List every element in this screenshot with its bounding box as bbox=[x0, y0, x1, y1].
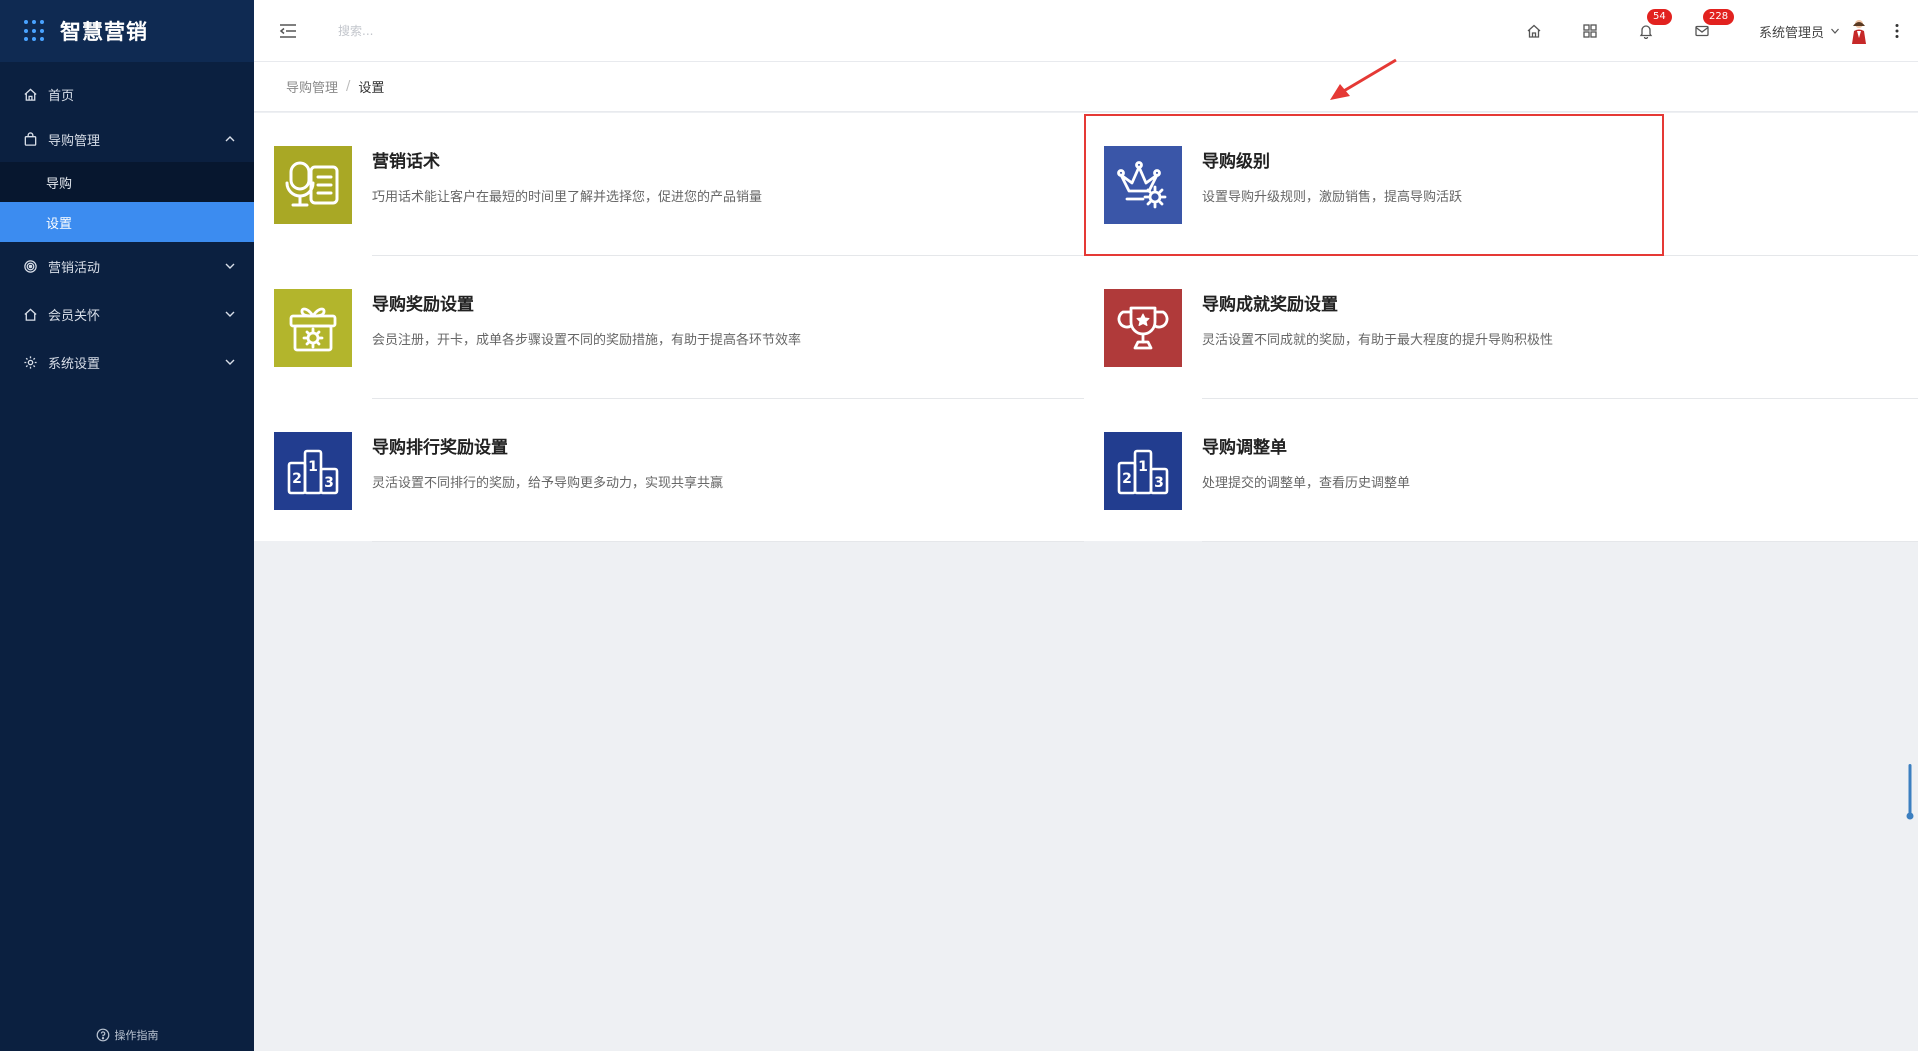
top-header: 54 228 系统管理员 bbox=[254, 0, 1918, 62]
home-icon bbox=[1527, 24, 1541, 38]
brand-title: 智慧营销 bbox=[60, 20, 148, 44]
card-text: 导购级别 设置导购升级规则，激励销售，提高导购活跃 bbox=[1202, 147, 1918, 205]
sidebar: 智慧营销 首页 导购管理 导购 设置 营销活动 会员关怀 系统设置 操作指南 bbox=[0, 0, 254, 1051]
card-text: 导购奖励设置 会员注册，开卡，成单各步骤设置不同的奖励措施，有助于提高各环节效率 bbox=[372, 290, 1084, 348]
avatar bbox=[1852, 20, 1866, 44]
sidebar-item-system-settings[interactable]: 系统设置 bbox=[0, 338, 254, 386]
card-desc: 会员注册，开卡，成单各步骤设置不同的奖励措施，有助于提高各环节效率 bbox=[372, 333, 802, 348]
sidebar-subitem-guide[interactable]: 导购 bbox=[0, 162, 254, 202]
svg-text:3: 3 bbox=[1154, 475, 1164, 491]
card-desc: 处理提交的调整单，查看历史调整单 bbox=[1202, 476, 1411, 491]
card-title: 导购级别 bbox=[1202, 152, 1270, 172]
sidebar-subitem-label: 导购 bbox=[46, 176, 73, 192]
card-title: 营销话术 bbox=[372, 152, 440, 172]
sidebar-subitem-settings[interactable]: 设置 bbox=[0, 202, 254, 242]
card-adjustment-slip[interactable]: 213 导购调整单 处理提交的调整单，查看历史调整单 bbox=[1084, 399, 1918, 542]
sidebar-item-guide-management[interactable]: 导购管理 bbox=[0, 116, 254, 162]
chevron-down-icon bbox=[224, 260, 236, 272]
user-name: 系统管理员 bbox=[1758, 25, 1824, 41]
sidebar-item-member-care[interactable]: 会员关怀 bbox=[0, 290, 254, 338]
sidebar-item-label: 营销活动 bbox=[48, 260, 101, 276]
target-icon bbox=[22, 258, 38, 274]
card-title: 导购成就奖励设置 bbox=[1202, 295, 1338, 315]
settings-cards: 营销话术 巧用话术能让客户在最短的时间里了解并选择您，促进您的产品销量 导购级别… bbox=[254, 113, 1918, 542]
search-input[interactable] bbox=[338, 23, 638, 38]
bag-icon bbox=[22, 131, 38, 147]
chevron-down-icon bbox=[1831, 28, 1839, 34]
breadcrumb-separator: / bbox=[346, 79, 351, 94]
chevron-down-icon bbox=[224, 356, 236, 368]
divider bbox=[1202, 541, 1918, 542]
help-circle-icon bbox=[96, 1028, 109, 1042]
card-desc: 设置导购升级规则，激励销售，提高导购活跃 bbox=[1202, 190, 1463, 205]
notifications-badge: 54 bbox=[1646, 9, 1672, 25]
podium-icon: 213 bbox=[1104, 432, 1182, 510]
microphone-script-icon bbox=[274, 146, 352, 224]
sidebar-item-label: 系统设置 bbox=[48, 356, 101, 372]
home-heart-icon bbox=[22, 306, 38, 322]
messages-button[interactable]: 228 bbox=[1693, 9, 1735, 40]
operation-guide-link[interactable]: 操作指南 bbox=[0, 1027, 254, 1043]
sidebar-subitem-label: 设置 bbox=[46, 216, 73, 232]
sub-menu: 导购 设置 bbox=[0, 162, 254, 242]
breadcrumb-parent[interactable]: 导购管理 bbox=[286, 77, 338, 96]
sidebar-item-label: 导购管理 bbox=[48, 133, 101, 149]
sidebar-nav: 首页 导购管理 导购 设置 营销活动 会员关怀 系统设置 bbox=[0, 62, 254, 386]
home-icon bbox=[22, 86, 38, 102]
gift-gear-icon bbox=[274, 289, 352, 367]
notifications-button[interactable]: 54 bbox=[1637, 9, 1672, 40]
card-text: 营销话术 巧用话术能让客户在最短的时间里了解并选择您，促进您的产品销量 bbox=[372, 147, 1084, 205]
breadcrumb: 导购管理 / 设置 bbox=[254, 62, 1918, 112]
chevron-up-icon bbox=[224, 133, 236, 145]
more-vertical-icon[interactable] bbox=[1890, 22, 1904, 40]
trophy-icon bbox=[1104, 289, 1182, 367]
apps-button[interactable] bbox=[1581, 22, 1599, 40]
podium-icon: 213 bbox=[274, 432, 352, 510]
card-guide-level[interactable]: 导购级别 设置导购升级规则，激励销售，提高导购活跃 bbox=[1084, 113, 1918, 256]
sidebar-item-label: 会员关怀 bbox=[48, 308, 101, 324]
home-button[interactable] bbox=[1525, 22, 1543, 40]
divider bbox=[372, 541, 1084, 542]
card-desc: 灵活设置不同成就的奖励，有助于最大程度的提升导购积极性 bbox=[1202, 333, 1554, 348]
sidebar-item-home[interactable]: 首页 bbox=[0, 72, 254, 116]
card-desc: 灵活设置不同排行的奖励，给予导购更多动力，实现共享共赢 bbox=[372, 476, 724, 491]
grid-dots-icon bbox=[24, 20, 46, 42]
card-title: 导购奖励设置 bbox=[372, 295, 474, 315]
sidebar-item-label: 首页 bbox=[48, 88, 75, 104]
card-desc: 巧用话术能让客户在最短的时间里了解并选择您，促进您的产品销量 bbox=[372, 190, 763, 205]
sidebar-item-marketing[interactable]: 营销活动 bbox=[0, 242, 254, 290]
messages-badge: 228 bbox=[1702, 9, 1735, 25]
svg-text:2: 2 bbox=[292, 471, 302, 487]
svg-text:3: 3 bbox=[324, 475, 334, 491]
card-text: 导购排行奖励设置 灵活设置不同排行的奖励，给予导购更多动力，实现共享共赢 bbox=[372, 433, 1084, 491]
card-title: 导购调整单 bbox=[1202, 438, 1287, 458]
svg-text:2: 2 bbox=[1122, 471, 1132, 487]
gear-icon bbox=[22, 354, 38, 370]
card-text: 导购调整单 处理提交的调整单，查看历史调整单 bbox=[1202, 433, 1918, 491]
card-marketing-scripts[interactable]: 营销话术 巧用话术能让客户在最短的时间里了解并选择您，促进您的产品销量 bbox=[254, 113, 1084, 256]
card-title: 导购排行奖励设置 bbox=[372, 438, 508, 458]
user-menu[interactable]: 系统管理员 bbox=[1759, 18, 1868, 44]
mail-icon bbox=[1695, 25, 1709, 37]
scroll-handle[interactable] bbox=[1906, 764, 1914, 822]
menu-toggle-icon[interactable] bbox=[278, 21, 298, 41]
svg-text:1: 1 bbox=[308, 459, 318, 475]
breadcrumb-current: 设置 bbox=[358, 81, 385, 96]
apps-grid-icon bbox=[1583, 24, 1597, 38]
bell-icon bbox=[1639, 25, 1653, 39]
card-achievement-reward-settings[interactable]: 导购成就奖励设置 灵活设置不同成就的奖励，有助于最大程度的提升导购积极性 bbox=[1084, 256, 1918, 399]
chevron-down-icon bbox=[224, 308, 236, 320]
card-ranking-reward-settings[interactable]: 213 导购排行奖励设置 灵活设置不同排行的奖励，给予导购更多动力，实现共享共赢 bbox=[254, 399, 1084, 542]
operation-guide-label: 操作指南 bbox=[114, 1029, 159, 1042]
header-toolbar: 54 228 系统管理员 bbox=[1525, 0, 1918, 62]
card-text: 导购成就奖励设置 灵活设置不同成就的奖励，有助于最大程度的提升导购积极性 bbox=[1202, 290, 1918, 348]
brand[interactable]: 智慧营销 bbox=[0, 0, 254, 62]
card-guide-reward-settings[interactable]: 导购奖励设置 会员注册，开卡，成单各步骤设置不同的奖励措施，有助于提高各环节效率 bbox=[254, 256, 1084, 399]
svg-text:1: 1 bbox=[1138, 459, 1148, 475]
crown-gear-icon bbox=[1104, 146, 1182, 224]
